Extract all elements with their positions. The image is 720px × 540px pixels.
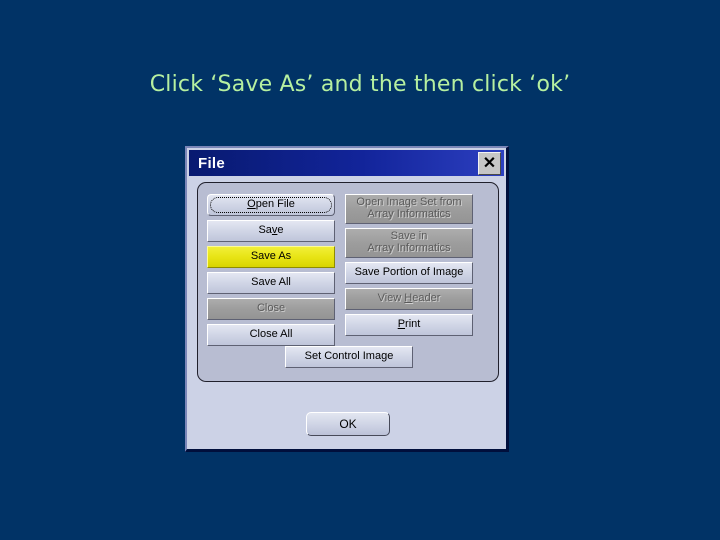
view-header-button: View Header <box>345 288 473 310</box>
left-button-column: Open File Save Save As Save All Close Cl… <box>207 194 335 346</box>
slide-title: Click ‘Save As’ and the then click ‘ok’ <box>149 72 571 97</box>
save-all-button[interactable]: Save All <box>207 272 335 294</box>
set-control-image-button[interactable]: Set Control Image <box>285 346 413 368</box>
open-image-set-from-array-informatics-button: Open Image Set from Array Informatics <box>345 194 473 224</box>
save-as-button[interactable]: Save As <box>207 246 335 268</box>
dialog-titlebar: File ✕ <box>189 150 504 176</box>
button-columns: Open File Save Save As Save All Close Cl… <box>207 194 491 346</box>
button-group-panel: Open File Save Save As Save All Close Cl… <box>197 182 499 382</box>
save-portion-of-image-button[interactable]: Save Portion of Image <box>345 262 473 284</box>
close-all-button[interactable]: Close All <box>207 324 335 346</box>
dialog-title: File <box>198 154 226 172</box>
ok-button[interactable]: OK <box>306 412 390 436</box>
file-dialog: File ✕ Open File Save Save As Save All C… <box>185 146 509 452</box>
print-button[interactable]: Print <box>345 314 473 336</box>
open-file-button[interactable]: Open File <box>207 194 335 216</box>
close-button: Close <box>207 298 335 320</box>
right-button-column: Open Image Set from Array Informatics Sa… <box>345 194 473 346</box>
save-button[interactable]: Save <box>207 220 335 242</box>
save-in-array-informatics-button: Save in Array Informatics <box>345 228 473 258</box>
close-icon[interactable]: ✕ <box>478 152 501 175</box>
